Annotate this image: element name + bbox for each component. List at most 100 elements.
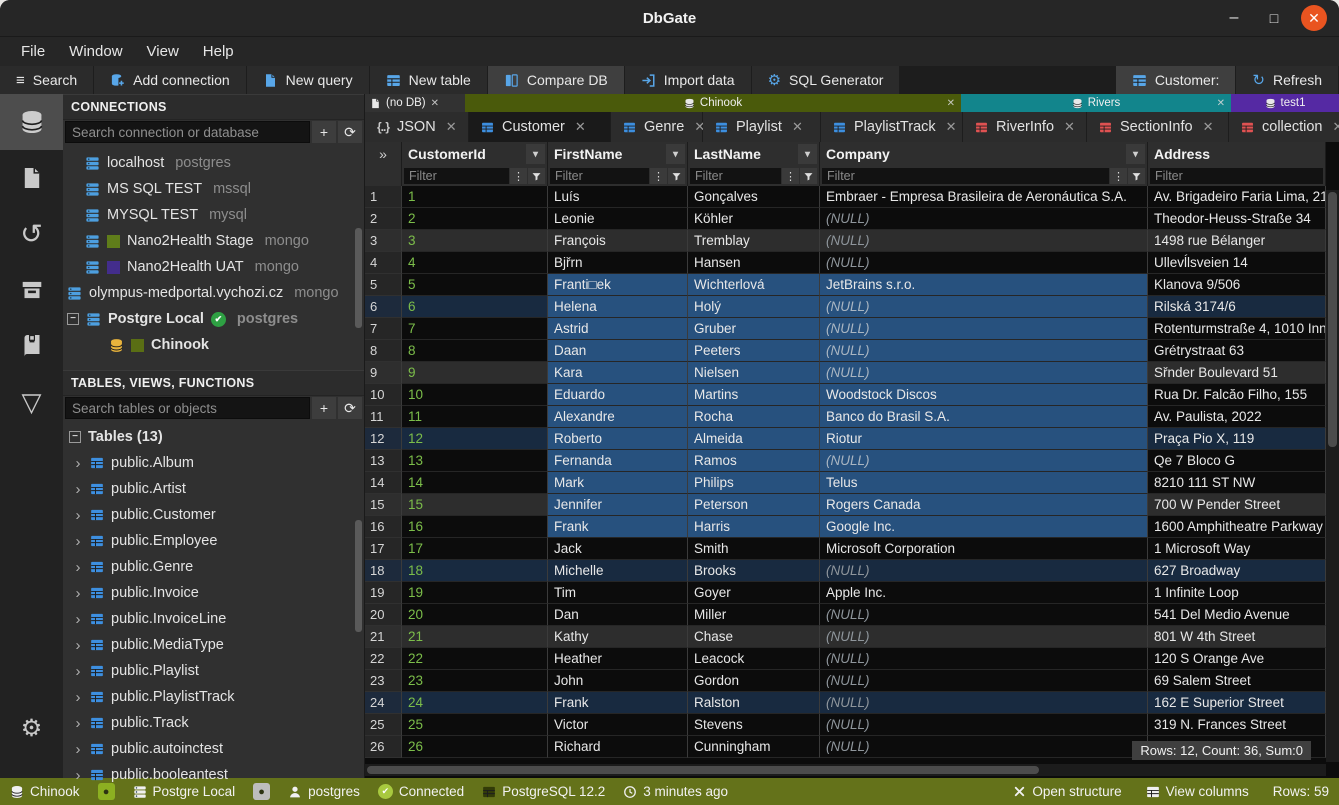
grid-cell[interactable]: 25: [402, 714, 548, 736]
book-icon[interactable]: [0, 318, 63, 374]
row-number[interactable]: 21: [365, 626, 402, 648]
grid-cell[interactable]: Gordon: [688, 670, 820, 692]
grid-vertical-scrollbar[interactable]: [1326, 190, 1339, 762]
grid-cell[interactable]: Philips: [688, 472, 820, 494]
grid-cell[interactable]: (NULL): [820, 450, 1148, 472]
grid-cell[interactable]: Stevens: [688, 714, 820, 736]
grid-cell[interactable]: (NULL): [820, 626, 1148, 648]
grid-cell[interactable]: 9: [402, 362, 548, 384]
grid-cell[interactable]: François: [548, 230, 688, 252]
table-item[interactable]: ›public.Album: [63, 450, 364, 476]
grid-cell[interactable]: 20: [402, 604, 548, 626]
funnel-icon[interactable]: [668, 168, 685, 184]
grid-cell[interactable]: 162 E Superior Street: [1148, 692, 1326, 714]
column-header-address[interactable]: Address: [1148, 142, 1326, 166]
row-number[interactable]: 24: [365, 692, 402, 714]
grid-cell[interactable]: Köhler: [688, 208, 820, 230]
row-number[interactable]: 9: [365, 362, 402, 384]
row-number[interactable]: 4: [365, 252, 402, 274]
grid-cell[interactable]: Ullevĺlsveien 14: [1148, 252, 1326, 274]
grid-cell[interactable]: 541 Del Medio Avenue: [1148, 604, 1326, 626]
row-number[interactable]: 17: [365, 538, 402, 560]
chevron-right-icon[interactable]: ›: [73, 507, 83, 524]
filter-triangle-icon[interactable]: ▽: [0, 374, 63, 430]
grid-cell[interactable]: 15: [402, 494, 548, 516]
grid-horizontal-scrollbar[interactable]: [365, 764, 1326, 776]
table-item[interactable]: ›public.Genre: [63, 554, 364, 580]
grid-cell[interactable]: Bjřrn: [548, 252, 688, 274]
grid-cell[interactable]: Victor: [548, 714, 688, 736]
add-connection-plus-button[interactable]: +: [312, 121, 336, 143]
grid-cell[interactable]: Helena: [548, 296, 688, 318]
grid-cell[interactable]: Klanova 9/506: [1148, 274, 1326, 296]
grid-cell[interactable]: Tim: [548, 582, 688, 604]
grid-cell[interactable]: 24: [402, 692, 548, 714]
grid-cell[interactable]: Rua Dr. Falcăo Filho, 155: [1148, 384, 1326, 406]
row-number[interactable]: 19: [365, 582, 402, 604]
table-item[interactable]: ›public.Artist: [63, 476, 364, 502]
grid-cell[interactable]: (NULL): [820, 670, 1148, 692]
grid-cell[interactable]: 3: [402, 230, 548, 252]
toolbar-button-import-data[interactable]: Import data: [625, 66, 752, 94]
row-number[interactable]: 8: [365, 340, 402, 362]
toolbar-button-add-connection[interactable]: Add connection: [94, 66, 247, 94]
grid-cell[interactable]: (NULL): [820, 692, 1148, 714]
chevron-down-icon[interactable]: ▾: [666, 144, 685, 164]
grid-cell[interactable]: 23: [402, 670, 548, 692]
grid-cell[interactable]: 1498 rue Bélanger: [1148, 230, 1326, 252]
tab-sectioninfo[interactable]: SectionInfo✕: [1087, 112, 1229, 142]
row-number[interactable]: 11: [365, 406, 402, 428]
grid-cell[interactable]: Dan: [548, 604, 688, 626]
grid-cell[interactable]: Luís: [548, 186, 688, 208]
column-header-lastname[interactable]: LastName▾: [688, 142, 820, 166]
grid-cell[interactable]: Wichterlová: [688, 274, 820, 296]
grid-cell[interactable]: Daan: [548, 340, 688, 362]
table-item[interactable]: ›public.Track: [63, 710, 364, 736]
row-number[interactable]: 10: [365, 384, 402, 406]
grid-cell[interactable]: 17: [402, 538, 548, 560]
grid-cell[interactable]: Roberto: [548, 428, 688, 450]
grid-cell[interactable]: Rocha: [688, 406, 820, 428]
grid-cell[interactable]: Rogers Canada: [820, 494, 1148, 516]
grid-cell[interactable]: Franti□ek: [548, 274, 688, 296]
table-item[interactable]: ›public.Invoice: [63, 580, 364, 606]
table-item[interactable]: ›public.PlaylistTrack: [63, 684, 364, 710]
row-number[interactable]: 5: [365, 274, 402, 296]
toolbar-button-refresh[interactable]: ↻Refresh: [1236, 66, 1339, 94]
grid-cell[interactable]: 8: [402, 340, 548, 362]
grid-cell[interactable]: Almeida: [688, 428, 820, 450]
grid-cell[interactable]: Gruber: [688, 318, 820, 340]
menu-item-file[interactable]: File: [10, 40, 56, 63]
toolbar-button-new-query[interactable]: New query: [247, 66, 370, 94]
row-number[interactable]: 3: [365, 230, 402, 252]
chevron-right-icon[interactable]: ›: [73, 663, 83, 680]
grid-cell[interactable]: Google Inc.: [820, 516, 1148, 538]
chevron-down-icon[interactable]: ▾: [526, 144, 545, 164]
row-number[interactable]: 6: [365, 296, 402, 318]
grid-cell[interactable]: 1: [402, 186, 548, 208]
tab-group--no-db-[interactable]: (no DB)✕: [365, 94, 465, 112]
grid-cell[interactable]: 18: [402, 560, 548, 582]
grid-cell[interactable]: 1600 Amphitheatre Parkway: [1148, 516, 1326, 538]
grid-cell[interactable]: (NULL): [820, 340, 1148, 362]
grid-cell[interactable]: Gonçalves: [688, 186, 820, 208]
table-item[interactable]: ›public.Customer: [63, 502, 364, 528]
row-number[interactable]: 20: [365, 604, 402, 626]
close-icon[interactable]: ✕: [1203, 119, 1214, 135]
minimize-button[interactable]: [1221, 5, 1247, 31]
connection-item[interactable]: Nano2Health Stagemongo: [63, 228, 364, 254]
grid-cell[interactable]: Cunningham: [688, 736, 820, 758]
grid-cell[interactable]: 4: [402, 252, 548, 274]
grid-cell[interactable]: 319 N. Frances Street: [1148, 714, 1326, 736]
grid-cell[interactable]: 7: [402, 318, 548, 340]
chevron-right-icon[interactable]: ›: [73, 455, 83, 472]
kebab-menu-icon[interactable]: ⋮: [510, 168, 527, 184]
chevron-right-icon[interactable]: ›: [73, 767, 83, 784]
column-header-firstname[interactable]: FirstName▾: [548, 142, 688, 166]
grid-cell[interactable]: 19: [402, 582, 548, 604]
grid-cell[interactable]: Heather: [548, 648, 688, 670]
row-number[interactable]: 22: [365, 648, 402, 670]
grid-cell[interactable]: (NULL): [820, 318, 1148, 340]
grid-cell[interactable]: (NULL): [820, 208, 1148, 230]
close-icon[interactable]: ✕: [1217, 98, 1225, 109]
